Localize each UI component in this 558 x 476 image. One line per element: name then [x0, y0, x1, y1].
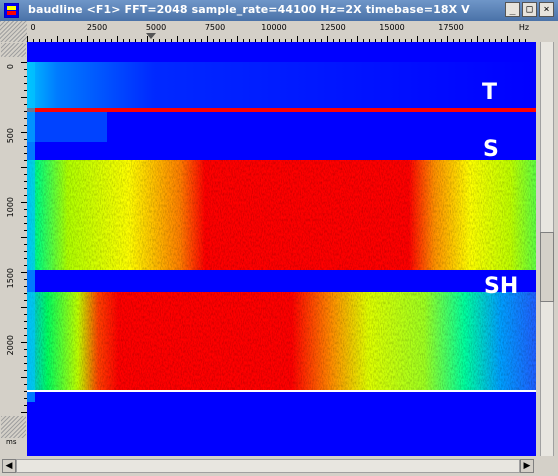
end-marker-line	[27, 390, 536, 392]
freq-tick-label: 0	[30, 23, 36, 32]
freq-tick-label: 10000	[261, 23, 287, 32]
time-tick-label: 1000	[6, 197, 15, 218]
maximize-button[interactable]: □	[522, 2, 537, 17]
band-label-t: T	[482, 80, 498, 105]
close-button[interactable]: ×	[539, 2, 554, 17]
time-unit-label: ms	[6, 438, 17, 446]
freq-unit-label: Hz	[518, 23, 530, 32]
vertical-scroll-thumb[interactable]	[540, 232, 554, 302]
t-decay-region	[27, 112, 107, 142]
band-label-sh: SH	[484, 274, 519, 299]
scroll-left-button[interactable]: ◀	[2, 459, 16, 473]
freq-tick-label: 15000	[379, 23, 405, 32]
app-icon[interactable]	[4, 3, 19, 18]
minimize-button[interactable]: _	[505, 2, 520, 17]
band-label-s: S	[483, 137, 499, 162]
vertical-scrollbar[interactable]	[536, 42, 558, 456]
ruler-corner-right	[536, 21, 558, 42]
freq-tick-label: 5000	[145, 23, 167, 32]
freq-tick-label: 17500	[438, 23, 464, 32]
title-bar: baudline <F1> FFT=2048 sample_rate=44100…	[0, 0, 558, 21]
low-frequency-edge	[27, 62, 35, 402]
horizontal-scroll-track[interactable]	[16, 459, 520, 473]
t-burst-line	[27, 108, 536, 112]
freq-tick-label: 7500	[204, 23, 226, 32]
time-tick-label: 0	[6, 64, 15, 70]
spectrogram-image	[27, 42, 536, 456]
time-ruler[interactable]: 0 500 1000 1500 2000 ms	[0, 42, 28, 456]
sh-band-noise	[27, 292, 536, 392]
time-tick-label: 2000	[6, 335, 15, 356]
spectrogram-display[interactable]: T S SH	[27, 42, 536, 456]
t-band-region	[27, 62, 536, 110]
ruler-hatch	[1, 43, 26, 57]
freq-tick-label: 2500	[86, 23, 108, 32]
scroll-right-button[interactable]: ▶	[520, 459, 534, 473]
horizontal-scrollbar[interactable]: ◀ ▶	[0, 456, 558, 476]
frequency-ruler[interactable]: 0 2500 5000 7500 10000 12500 15000 17500…	[27, 21, 536, 43]
ruler-hatch	[1, 416, 26, 438]
freq-tick-label: 12500	[320, 23, 346, 32]
s-band-noise	[27, 160, 536, 270]
time-tick-label: 1500	[6, 268, 15, 289]
window-controls: _ □ ×	[505, 2, 554, 17]
ruler-corner	[0, 21, 27, 42]
time-tick-label: 500	[6, 128, 15, 144]
window-title: baudline <F1> FFT=2048 sample_rate=44100…	[28, 3, 470, 16]
